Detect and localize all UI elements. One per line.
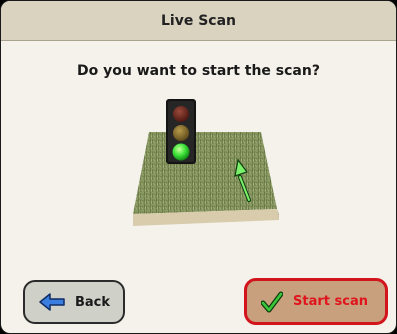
back-button[interactable]: Back <box>23 280 125 324</box>
start-scan-button-label: Start scan <box>293 294 368 309</box>
checkmark-icon <box>261 291 283 313</box>
live-scan-dialog: Live Scan Do you want to start the scan? <box>0 0 397 334</box>
arrow-left-icon <box>39 293 65 311</box>
start-scan-button[interactable]: Start scan <box>244 278 388 325</box>
title-bar: Live Scan <box>1 1 396 41</box>
scan-illustration <box>133 99 279 226</box>
window-title: Live Scan <box>160 12 236 29</box>
traffic-light-icon <box>166 99 196 164</box>
grass-patch <box>133 132 279 226</box>
back-button-label: Back <box>75 294 111 310</box>
scan-prompt: Do you want to start the scan? <box>77 63 320 79</box>
